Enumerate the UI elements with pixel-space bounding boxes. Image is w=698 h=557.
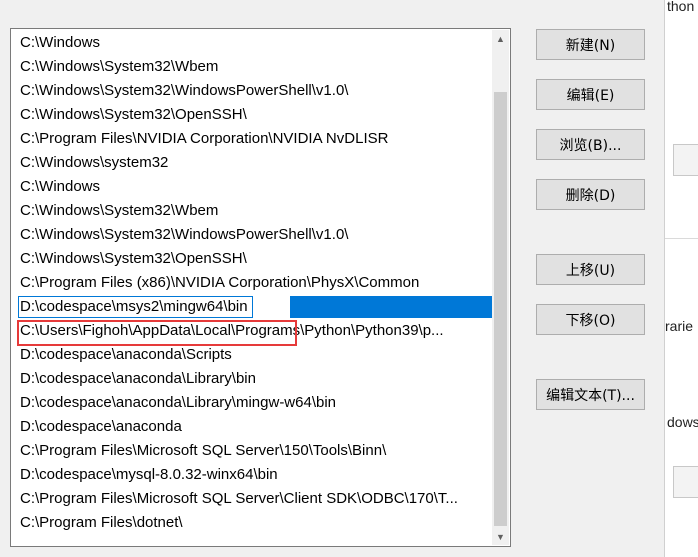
move-up-button[interactable]: 上移(U) (536, 254, 645, 285)
background-button (673, 466, 698, 498)
path-list-item[interactable]: C:\Windows\System32\WindowsPowerShell\v1… (12, 223, 494, 247)
path-list-item[interactable]: C:\Windows\System32\WindowsPowerShell\v1… (12, 79, 494, 103)
scrollbar-thumb[interactable] (494, 92, 507, 526)
background-text: thon (667, 0, 695, 14)
path-list-item[interactable]: C:\Program Files (x86)\NVIDIA Corporatio… (12, 271, 494, 295)
path-list-item[interactable]: C:\Users\Fighoh\AppData\Local\Programs\P… (12, 319, 494, 343)
background-button (673, 144, 698, 176)
path-list-item[interactable]: D:\codespace\anaconda (12, 415, 494, 439)
path-list-item[interactable]: C:\Windows (12, 31, 494, 55)
path-list-item[interactable]: C:\Program Files\Microsoft SQL Server\Cl… (12, 487, 494, 511)
path-list-item[interactable]: D:\codespace\anaconda\Scripts (12, 343, 494, 367)
browse-button[interactable]: 浏览(B)... (536, 129, 645, 160)
path-list-item[interactable]: D:\codespace\anaconda\Library\bin (12, 367, 494, 391)
path-edit-field[interactable]: D:\codespace\msys2\mingw64\bin (18, 296, 253, 318)
scroll-up-arrow-icon[interactable]: ▲ (492, 30, 509, 47)
move-down-button[interactable]: 下移(O) (536, 304, 645, 335)
delete-button[interactable]: 删除(D) (536, 179, 645, 210)
scroll-down-arrow-icon[interactable]: ▼ (492, 528, 509, 545)
edit-button[interactable]: 编辑(E) (536, 79, 645, 110)
edit-environment-variable-dialog: C:\Windows C:\Windows\System32\Wbem C:\Win… (0, 0, 664, 557)
edit-text-button[interactable]: 编辑文本(T)... (536, 379, 645, 410)
path-list-item[interactable]: C:\Windows\System32\OpenSSH\ (12, 103, 494, 127)
path-list-items: C:\Windows C:\Windows\System32\Wbem C:\Win… (12, 31, 494, 535)
path-list-item[interactable]: C:\Program Files\dotnet\ (12, 511, 494, 535)
path-list[interactable]: C:\Windows C:\Windows\System32\Wbem C:\Win… (10, 28, 511, 547)
new-button[interactable]: 新建(N) (536, 29, 645, 60)
path-list-item[interactable]: C:\Windows\System32\OpenSSH\ (12, 247, 494, 271)
selection-highlight (290, 296, 494, 318)
path-list-item-selected[interactable]: D:\codespace\msys2\mingw64\bin (12, 295, 494, 319)
path-list-item[interactable]: D:\codespace\mysql-8.0.32-winx64\bin (12, 463, 494, 487)
path-list-item[interactable]: C:\Windows\system32 (12, 151, 494, 175)
background-text: rarie (665, 318, 694, 334)
path-list-item[interactable]: C:\Windows\System32\Wbem (12, 55, 494, 79)
path-list-item[interactable]: C:\Program Files\Microsoft SQL Server\15… (12, 439, 494, 463)
path-list-item[interactable]: C:\Windows (12, 175, 494, 199)
background-divider (665, 238, 698, 239)
path-list-item[interactable]: C:\Windows\System32\Wbem (12, 199, 494, 223)
background-window: thon rarie dows (664, 0, 698, 557)
vertical-scrollbar[interactable]: ▲ ▼ (492, 30, 509, 545)
path-list-item[interactable]: D:\codespace\anaconda\Library\mingw-w64\… (12, 391, 494, 415)
path-list-item[interactable]: C:\Program Files\NVIDIA Corporation\NVID… (12, 127, 494, 151)
background-text: dows (667, 414, 698, 430)
